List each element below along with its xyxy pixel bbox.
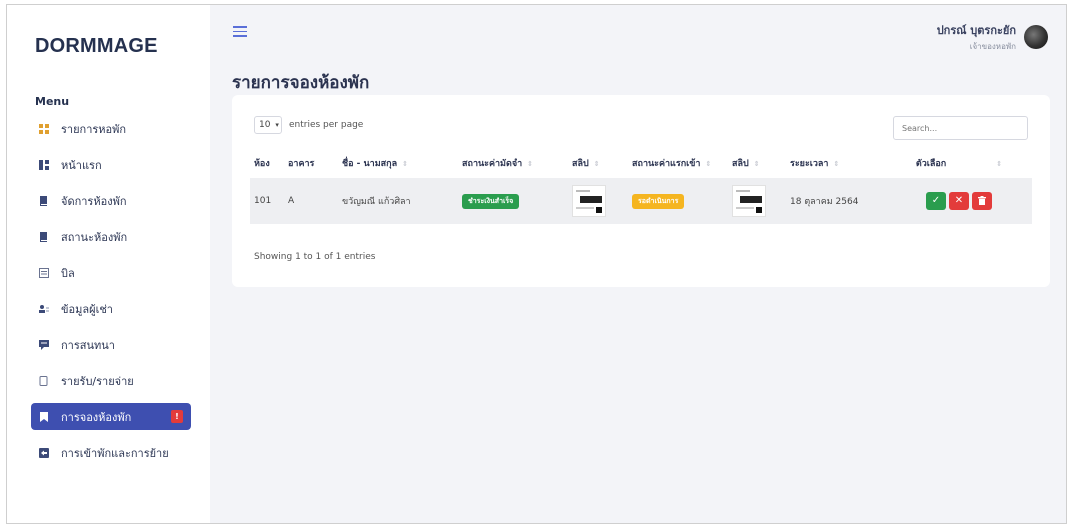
entries-label: entries per page: [289, 120, 364, 130]
sidebar-item-label: การจองห้องพัก: [61, 410, 132, 424]
dashboard-icon: [39, 159, 49, 170]
cell-building: A: [284, 178, 338, 224]
deposit-slip-thumbnail[interactable]: [572, 185, 606, 217]
book-icon: [40, 195, 47, 206]
menu-title: Menu: [35, 95, 70, 108]
sidebar-item-label: รายรับ/รายจ่าย: [61, 374, 134, 388]
table-info: Showing 1 to 1 of 1 entries: [254, 252, 376, 262]
sidebar-nav: รายการหอพัก หน้าแรก จัดการห้องพัก สถานะห…: [31, 115, 191, 475]
sidebar-item-room-status[interactable]: สถานะห้องพัก: [31, 223, 191, 250]
sidebar-item-label: การสนทนา: [61, 338, 115, 352]
deposit-status-badge: ชำระเงินสำเร็จ: [462, 193, 520, 209]
sidebar-item-label: บิล: [61, 266, 75, 280]
sort-icon: ⇕: [833, 160, 840, 168]
sidebar-item-income-expense[interactable]: รายรับ/รายจ่าย: [31, 367, 191, 394]
avatar[interactable]: [1024, 25, 1048, 49]
sidebar-item-chat[interactable]: การสนทนา: [31, 331, 191, 358]
sidebar-item-label: สถานะห้องพัก: [61, 230, 128, 244]
column-header-slip[interactable]: สลิป ⇕: [568, 148, 628, 178]
column-header-entry-status[interactable]: สถานะค่าแรกเข้า ⇕: [628, 148, 728, 178]
row-actions: ✓ ✕: [890, 192, 1028, 210]
column-header-duration[interactable]: ระยะเวลา ⇕: [786, 148, 886, 178]
exit-icon: [39, 447, 49, 458]
sort-icon: ⇕: [402, 160, 408, 168]
column-header-deposit-status[interactable]: สถานะค่ามัดจำ ⇕: [458, 148, 568, 178]
main-content: ปกรณ์ บุตรกะยัก เจ้าของหอพัก รายการจองห้…: [210, 5, 1066, 523]
sidebar-item-label: ข้อมูลผู้เช่า: [61, 302, 113, 316]
sidebar-item-label: จัดการห้องพัก: [61, 194, 127, 208]
wallet-icon: [39, 375, 48, 386]
page-title: รายการจองห้องพัก: [232, 73, 370, 93]
chevron-down-icon: ▾: [275, 121, 279, 129]
approve-button[interactable]: ✓: [926, 192, 946, 210]
sort-icon: ⇕: [753, 160, 760, 168]
sidebar: DORMMAGE Menu รายการหอพัก หน้าแรก จัดการ…: [7, 5, 210, 523]
brand-logo[interactable]: DORMMAGE: [35, 35, 158, 58]
cell-duration: 18 ตุลาคม 2564: [786, 178, 886, 224]
receipt-icon: [39, 267, 49, 278]
cell-room: 101: [250, 178, 284, 224]
table-row: 101 A ขวัญมณี แก้วศิลา ชำระเงินสำเร็จ รอ…: [250, 178, 1032, 224]
check-icon: ✓: [931, 195, 941, 206]
page-length-select[interactable]: 10 ▾: [254, 116, 282, 134]
user-role: เจ้าของหอพัก: [969, 42, 1016, 51]
column-header-slip[interactable]: สลิป ⇕: [728, 148, 786, 178]
user-name: ปกรณ์ บุตรกะยัก: [936, 24, 1016, 37]
sidebar-item-tenants[interactable]: ข้อมูลผู้เช่า: [31, 295, 191, 322]
column-header-building[interactable]: อาคาร: [284, 148, 338, 178]
chat-icon: [39, 339, 49, 350]
trash-icon: [978, 196, 986, 205]
users-icon: [39, 304, 49, 313]
page-length-control: 10 ▾ entries per page: [254, 116, 363, 134]
alert-badge: !: [171, 410, 183, 423]
sidebar-item-label: การเข้าพักและการย้าย: [61, 446, 169, 460]
search-input[interactable]: [893, 116, 1028, 140]
sidebar-item-dorm-list[interactable]: รายการหอพัก: [31, 115, 191, 142]
sidebar-item-bookings[interactable]: การจองห้องพัก !: [31, 403, 191, 430]
sidebar-item-label: รายการหอพัก: [61, 122, 127, 136]
sort-icon: ⇕: [996, 160, 1003, 168]
bookmark-icon: [40, 411, 48, 422]
user-profile[interactable]: ปกรณ์ บุตรกะยัก เจ้าของหอพัก: [937, 21, 1048, 53]
sort-icon: ⇕: [527, 160, 534, 168]
delete-button[interactable]: [972, 192, 992, 210]
column-header-name[interactable]: ชื่อ - นามสกุล ⇕: [338, 148, 458, 178]
app-window: DORMMAGE Menu รายการหอพัก หน้าแรก จัดการ…: [6, 4, 1067, 524]
entry-status-badge: รอดำเนินการ: [632, 193, 685, 209]
close-icon: ✕: [954, 195, 964, 206]
bookings-table: ห้อง อาคาร ชื่อ - นามสกุล ⇕ สถานะค่ามัดจำ…: [250, 148, 1032, 224]
sidebar-item-checkin-move[interactable]: การเข้าพักและการย้าย: [31, 439, 191, 466]
sidebar-item-home[interactable]: หน้าแรก: [31, 151, 191, 178]
entry-slip-thumbnail[interactable]: [732, 185, 766, 217]
sort-icon: ⇕: [705, 160, 712, 168]
sort-icon: ⇕: [593, 160, 600, 168]
column-header-options[interactable]: ตัวเลือก ⇕: [886, 148, 1032, 178]
cell-name: ขวัญมณี แก้วศิลา: [338, 178, 458, 224]
grid-icon: [39, 123, 49, 134]
sidebar-item-bills[interactable]: บิล: [31, 259, 191, 286]
sidebar-item-manage-rooms[interactable]: จัดการห้องพัก: [31, 187, 191, 214]
column-header-room[interactable]: ห้อง: [250, 148, 284, 178]
book-icon: [40, 231, 47, 242]
table-header-row: ห้อง อาคาร ชื่อ - นามสกุล ⇕ สถานะค่ามัดจำ…: [250, 148, 1032, 178]
bookings-card: 10 ▾ entries per page ห้อง อาคาร ชื่อ - …: [232, 95, 1050, 287]
reject-button[interactable]: ✕: [949, 192, 969, 210]
sidebar-item-label: หน้าแรก: [61, 158, 102, 172]
menu-toggle-icon[interactable]: [233, 26, 247, 40]
